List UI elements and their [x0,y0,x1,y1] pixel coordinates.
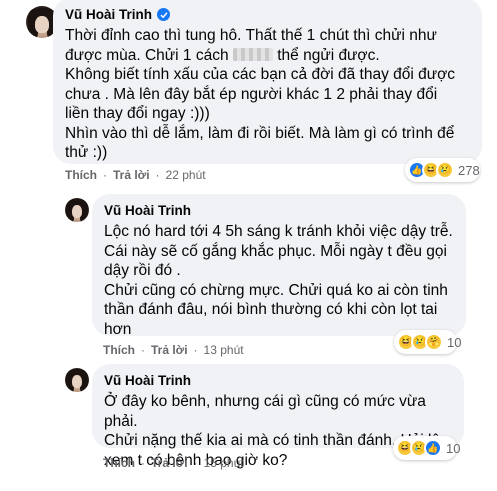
comment-line: Nhìn vào thì dễ lắm, làm đi rồi biết. Mà… [65,124,455,142]
comment-line: chưa . Mà lên đây bắt ép người khác 1 2 … [65,85,438,103]
timestamp[interactable]: 15 phút [204,456,244,470]
comment-1: Vũ Hoài Trinh Thời đỉnh cao thì tung hô.… [0,0,497,190]
comment-line: Thời đỉnh cao thì tung hô. Thất thế 1 ch… [65,27,437,44]
like-button[interactable]: Thích [65,168,97,182]
avatar[interactable] [65,198,89,222]
author-row: Vũ Hoài Trinh [65,6,470,23]
reply-button[interactable]: Trả lời [151,456,188,470]
timestamp[interactable]: 22 phút [166,168,206,182]
separator: · [193,343,198,357]
reply-button[interactable]: Trả lời [113,168,150,182]
reaction-count: 10 [447,334,462,350]
comment-line: được mùa. Chửi 1 cách thể ngửi được. [65,46,380,64]
timestamp[interactable]: 13 phút [204,343,244,357]
author-row: Vũ Hoài Trinh [104,372,452,389]
reaction-count: 10 [446,440,461,456]
comment-text: Thời đỉnh cao thì tung hô. Thất thế 1 ch… [65,26,470,163]
comment-line: Ở đây ko bênh, nhưng cái gì cũng có mức … [104,393,426,430]
comment-text: Lộc nó hard tới 4 5h sáng k tránh khỏi v… [104,222,454,339]
reaction-summary[interactable]: 😆 😢 🤗 10 [394,330,461,354]
comment-bubble: Vũ Hoài Trinh Thời đỉnh cao thì tung hô.… [53,0,482,164]
separator: · [141,343,145,357]
like-button[interactable]: Thích [103,343,135,357]
comment-actions: Thích · Trả lời · 22 phút [65,168,206,182]
comment-line: Lộc nó hard tới 4 5h sáng k tránh khỏi v… [104,223,453,240]
reaction-summary[interactable]: 👍 😆 😢 278 [405,158,480,182]
sad-icon: 😢 [436,161,454,179]
comment-actions: Thích · Trả lời · 15 phút [103,456,244,470]
separator: · [103,168,107,182]
comment-line: Chửi cũng có chừng mực. Chửi quá ko ai c… [104,281,448,299]
comment-line: thần đánh đâu, nói bình thường có khi cò… [104,301,438,318]
comment-line: dậy rồi đó . [104,262,181,279]
separator: · [141,456,145,470]
censored-text [232,47,273,61]
author-row: Vũ Hoài Trinh [104,202,454,219]
like-icon: 👍 [424,439,442,457]
reply-button[interactable]: Trả lời [151,343,188,357]
comment-3: Vũ Hoài Trinh Ở đây ko bênh, nhưng cái g… [0,360,497,491]
comment-line: Cái này sẽ cố gắng khắc phục. Mỗi ngày t… [104,242,447,260]
verified-badge-icon [157,8,171,21]
reaction-count: 278 [458,162,480,178]
author-name[interactable]: Vũ Hoài Trinh [104,202,191,219]
comment-line: liền thay đổi ngay :))) [65,105,210,122]
comment-line: Không biết tính xấu của các bạn cả đời đ… [65,66,456,83]
comment-2: Vũ Hoài Trinh Lộc nó hard tới 4 5h sáng … [0,190,497,360]
separator: · [193,456,198,470]
author-name[interactable]: Vũ Hoài Trinh [65,6,152,23]
care-icon: 🤗 [425,333,443,351]
author-name[interactable]: Vũ Hoài Trinh [104,372,191,389]
like-button[interactable]: Thích [103,456,135,470]
avatar[interactable] [65,368,89,392]
comment-actions: Thích · Trả lời · 13 phút [103,343,244,357]
comment-bubble: Vũ Hoài Trinh Lộc nó hard tới 4 5h sáng … [92,194,466,339]
reaction-summary[interactable]: 😆 😢 👍 10 [393,436,461,460]
separator: · [155,168,160,182]
